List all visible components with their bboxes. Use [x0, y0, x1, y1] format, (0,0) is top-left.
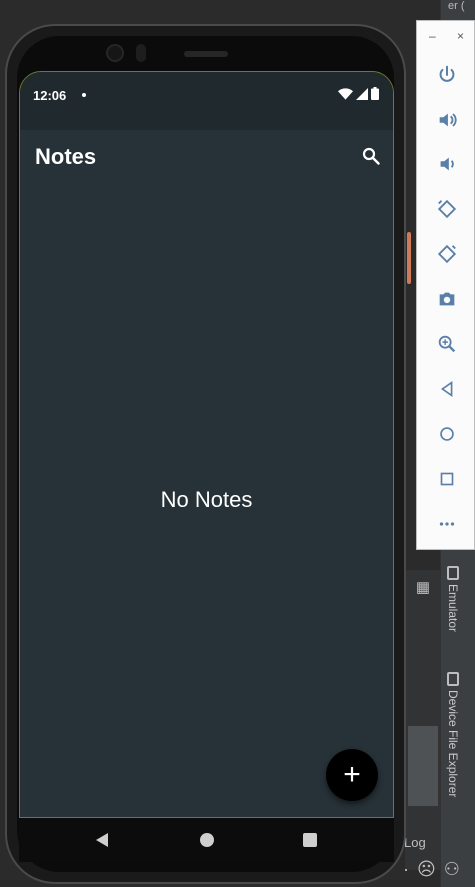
ide-scrollbar-thumb[interactable]: [408, 726, 438, 806]
volume-down-icon: [440, 157, 454, 171]
nav-back-button[interactable]: [93, 831, 111, 849]
page-title: Notes: [35, 144, 97, 169]
volume-up-icon: [439, 113, 457, 127]
tab-device-file-explorer[interactable]: Device File Explorer: [442, 672, 464, 797]
rotate-right-button[interactable]: [431, 238, 463, 270]
tab-device-file-explorer-label: Device File Explorer: [446, 690, 460, 798]
close-button[interactable]: ×: [457, 29, 464, 43]
status-icons: [338, 87, 379, 100]
more-button[interactable]: [431, 508, 463, 540]
power-icon: [439, 65, 455, 82]
proximity-sensor: [136, 44, 146, 62]
wifi-icon: [338, 87, 353, 100]
back-icon: [96, 833, 108, 847]
overview-icon: [440, 472, 454, 486]
screenshot-button[interactable]: [431, 283, 463, 315]
camera-icon: [439, 292, 455, 306]
ide-status-icons: · ☹ ⚇: [403, 858, 460, 880]
zoom-icon: [438, 335, 456, 353]
emulator-back-button[interactable]: [431, 373, 463, 405]
plus-icon: +: [343, 758, 361, 791]
signal-icon: [356, 87, 368, 100]
zoom-button[interactable]: [431, 328, 463, 360]
layout-icon[interactable]: ▦: [410, 577, 436, 599]
navigation-bar: [19, 818, 394, 862]
status-time: 12:06: [33, 88, 67, 103]
more-icon: [439, 522, 455, 526]
tab-emulator-label: Emulator: [446, 584, 460, 633]
tab-emulator[interactable]: Emulator: [442, 566, 464, 632]
volume-up-button[interactable]: [431, 104, 463, 136]
emulator-toolbar: – ×: [416, 20, 475, 550]
back-icon: [440, 380, 453, 398]
nav-home-button[interactable]: [198, 831, 216, 849]
add-note-button[interactable]: +: [326, 749, 378, 801]
event-icon[interactable]: ·: [403, 858, 409, 880]
emulator-window-controls: – ×: [417, 29, 474, 43]
rotate-left-button[interactable]: [431, 193, 463, 225]
notification-dot-icon: [82, 93, 86, 97]
power-button[interactable]: [431, 59, 463, 91]
nav-recents-button[interactable]: [301, 831, 319, 849]
home-icon: [440, 427, 454, 441]
device-icon: [447, 566, 459, 580]
emulator-home-button[interactable]: [431, 418, 463, 450]
home-icon: [200, 833, 214, 847]
empty-state-message: No Notes: [160, 487, 253, 512]
rotate-right-icon: [437, 244, 457, 264]
device-icon: [447, 672, 459, 686]
ide-panel: [405, 570, 440, 870]
search-button[interactable]: [359, 144, 383, 168]
log-tab[interactable]: Log: [404, 835, 426, 850]
rotate-left-icon: [437, 199, 457, 219]
app-bar: Notes: [20, 130, 393, 186]
battery-icon: [371, 87, 379, 100]
overview-icon: [303, 833, 317, 847]
volume-down-button[interactable]: [431, 148, 463, 180]
minimize-button[interactable]: –: [429, 29, 436, 43]
volume-key[interactable]: [407, 232, 411, 284]
emulator-overview-button[interactable]: [431, 463, 463, 495]
feedback-icon[interactable]: ☹: [417, 858, 436, 880]
earpiece-speaker: [184, 51, 228, 57]
search-icon: [362, 147, 380, 165]
front-camera: [106, 44, 124, 62]
inspector-icon[interactable]: ⚇: [444, 858, 460, 880]
status-bar: 12:06: [20, 72, 393, 130]
device-screen: 12:06 Notes No Notes +: [19, 71, 394, 818]
